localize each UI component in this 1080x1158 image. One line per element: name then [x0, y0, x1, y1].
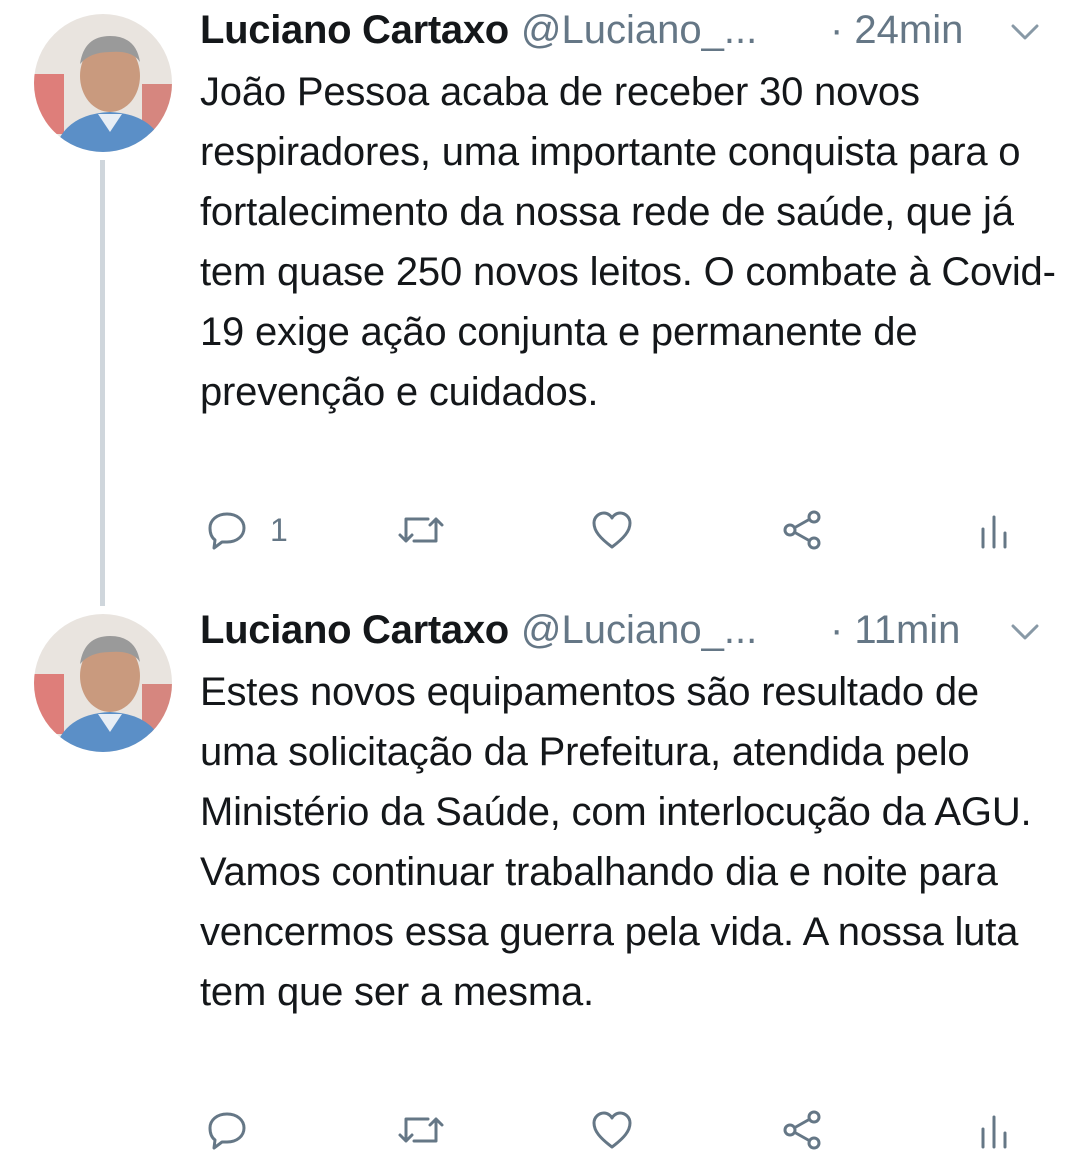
author-handle[interactable]: @Luciano_...	[521, 608, 757, 652]
retweet-icon	[396, 509, 446, 551]
tweet-actions	[200, 1105, 1030, 1155]
thread-line	[100, 160, 105, 606]
tweet-actions: 1	[200, 505, 1030, 555]
author-avatar[interactable]	[34, 614, 172, 752]
like-icon	[590, 1109, 634, 1151]
author-avatar[interactable]	[34, 14, 172, 152]
analytics-button[interactable]	[978, 505, 1010, 555]
reply-count: 1	[270, 511, 288, 548]
tweet[interactable]: Luciano Cartaxo @Luciano_... · 11min Este…	[0, 600, 1080, 1158]
author-name[interactable]: Luciano Cartaxo	[200, 608, 509, 652]
like-icon	[590, 509, 634, 551]
author-name[interactable]: Luciano Cartaxo	[200, 8, 509, 52]
retweet-button[interactable]	[396, 1105, 446, 1155]
retweet-button[interactable]	[396, 505, 446, 555]
reply-icon	[206, 1109, 248, 1151]
retweet-icon	[396, 1109, 446, 1151]
chevron-down-icon[interactable]	[1010, 20, 1040, 44]
share-icon	[780, 509, 824, 551]
share-button[interactable]	[780, 505, 824, 555]
tweet-header: Luciano Cartaxo @Luciano_... · 11min	[200, 608, 1050, 658]
tweet-text: Estes novos equipamentos são resultado d…	[200, 670, 1032, 1014]
reply-button[interactable]	[206, 1105, 270, 1155]
like-button[interactable]	[590, 505, 634, 555]
like-button[interactable]	[590, 1105, 634, 1155]
tweet-time[interactable]: · 11min	[830, 608, 960, 653]
tweet-time[interactable]: · 24min	[830, 8, 963, 53]
reply-button[interactable]: 1	[206, 505, 288, 555]
analytics-icon	[978, 1109, 1010, 1151]
share-button[interactable]	[780, 1105, 824, 1155]
tweet-header: Luciano Cartaxo @Luciano_... · 24min	[200, 8, 1050, 58]
tweet-text: João Pessoa acaba de receber 30 novos re…	[200, 70, 1056, 414]
analytics-button[interactable]	[978, 1105, 1010, 1155]
analytics-icon	[978, 509, 1010, 551]
chevron-down-icon[interactable]	[1010, 620, 1040, 644]
tweet[interactable]: Luciano Cartaxo @Luciano_... · 24min João…	[0, 0, 1080, 606]
author-handle[interactable]: @Luciano_...	[521, 8, 757, 52]
reply-icon	[206, 509, 248, 551]
share-icon	[780, 1109, 824, 1151]
